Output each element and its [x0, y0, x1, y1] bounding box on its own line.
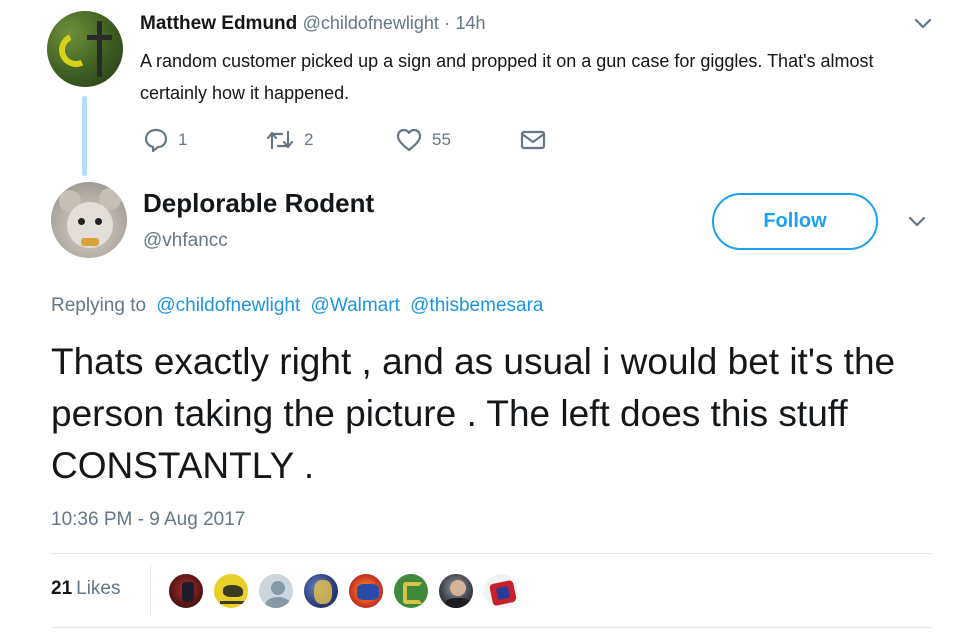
chevron-down-icon[interactable]	[907, 214, 927, 230]
parent-avatar[interactable]	[47, 11, 123, 87]
mention-link[interactable]: @thisbemesara	[410, 295, 543, 316]
retweet-count: 2	[304, 130, 314, 149]
replying-to-line: Replying to @childofnewlight @Walmart @t…	[51, 295, 543, 317]
direct-message-button[interactable]	[519, 126, 547, 154]
liker-avatar[interactable]	[167, 572, 205, 610]
heart-icon	[396, 128, 422, 152]
mention-link[interactable]: @childofnewlight	[156, 295, 300, 316]
likes-stat[interactable]: 21 Likes	[51, 578, 121, 600]
author-avatar[interactable]	[51, 182, 127, 258]
chevron-down-icon[interactable]	[913, 16, 933, 32]
parent-author-name[interactable]: Matthew Edmund	[140, 13, 297, 34]
liker-avatar[interactable]	[302, 572, 340, 610]
liker-avatar[interactable]	[482, 572, 520, 610]
liker-avatar[interactable]	[392, 572, 430, 610]
liker-avatar[interactable]	[212, 572, 250, 610]
tweet-timestamp[interactable]: 10:36 PM - 9 Aug 2017	[51, 509, 245, 531]
reply-count: 1	[178, 130, 188, 149]
parent-tweet[interactable]: Matthew Edmund @childofnewlight · 14h A …	[0, 0, 980, 176]
replying-to-label: Replying to	[51, 295, 147, 316]
liker-avatar[interactable]	[437, 572, 475, 610]
header-separator: ·	[444, 13, 451, 33]
author-name[interactable]: Deplorable Rodent	[143, 188, 374, 219]
divider	[150, 565, 151, 615]
parent-tweet-header: Matthew Edmund @childofnewlight · 14h	[140, 13, 486, 35]
reply-icon	[144, 128, 168, 153]
retweet-button[interactable]: 2	[265, 126, 313, 154]
likes-count: 21	[51, 578, 73, 599]
tweet-text: Thats exactly right , and as usual i wou…	[51, 341, 896, 486]
author-handle[interactable]: @vhfancc	[143, 230, 228, 252]
follow-button[interactable]: Follow	[712, 193, 878, 250]
thread-connector-line	[82, 96, 87, 176]
reply-button[interactable]: 1	[143, 126, 187, 154]
divider	[51, 627, 931, 628]
like-count: 55	[432, 130, 451, 149]
likes-label: Likes	[76, 578, 121, 599]
divider	[51, 553, 931, 554]
parent-tweet-time[interactable]: 14h	[455, 13, 485, 33]
retweet-icon	[266, 130, 294, 150]
mention-link[interactable]: @Walmart	[311, 295, 400, 316]
parent-tweet-text: A random customer picked up a sign and p…	[140, 51, 874, 103]
parent-author-handle[interactable]: @childofnewlight	[303, 13, 439, 33]
liker-avatar[interactable]	[257, 572, 295, 610]
like-button[interactable]: 55	[395, 126, 451, 154]
envelope-icon	[520, 130, 546, 150]
liker-avatar[interactable]	[347, 572, 385, 610]
